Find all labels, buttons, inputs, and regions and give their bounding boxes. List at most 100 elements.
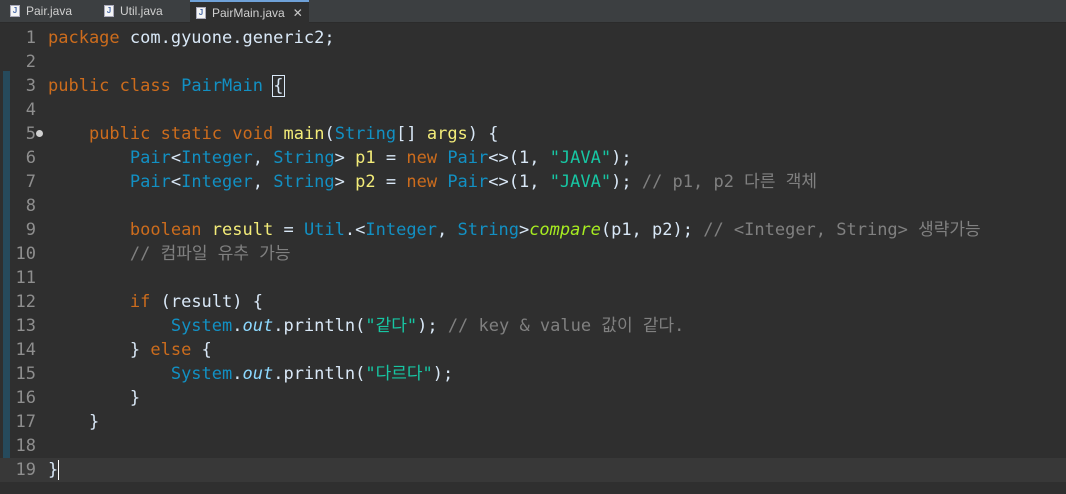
line-number: 18 (15, 436, 36, 456)
code-line[interactable]: 8 (0, 194, 1066, 218)
java-file-icon: J (104, 5, 114, 17)
code-line[interactable]: 1 package com.gyuone.generic2; (0, 26, 1066, 50)
code-token: ); (432, 364, 454, 384)
code-line[interactable]: 7 Pair<Integer, String> p2 = new Pair<>(… (0, 170, 1066, 194)
code-line[interactable]: 19} (0, 458, 1066, 482)
code-token: <>(1, (488, 148, 550, 168)
tab-util-java[interactable]: J Util.java (98, 0, 169, 22)
code-line[interactable]: 2 (0, 50, 1066, 74)
code-token: class (119, 76, 171, 96)
code-token: result (211, 220, 274, 240)
editor-tab-bar: J Pair.java J Util.java J PairMain.java … (0, 0, 1066, 23)
code-token: static (160, 124, 223, 144)
code-text: if (result) { (48, 290, 263, 314)
code-text: boolean result = Util.<Integer, String>c… (48, 218, 981, 242)
code-token: , (252, 172, 274, 192)
code-token: String (273, 172, 335, 192)
code-token: , (252, 148, 274, 168)
close-icon[interactable]: ✕ (293, 6, 303, 20)
line-number: 17 (15, 412, 36, 432)
code-token: String (457, 220, 519, 240)
code-line[interactable]: 3 public class PairMain { (0, 74, 1066, 98)
code-text: package com.gyuone.generic2; (48, 26, 335, 50)
line-number: 10 (15, 244, 36, 264)
code-line[interactable]: 12 if (result) { (0, 290, 1066, 314)
code-line[interactable]: 17 } (0, 410, 1066, 434)
tab-label: PairMain.java (212, 5, 285, 20)
code-line[interactable]: 16 } (0, 386, 1066, 410)
code-line[interactable]: 4 (0, 98, 1066, 122)
code-token: { (191, 340, 212, 360)
code-line[interactable]: 6 Pair<Integer, String> p1 = new Pair<>(… (0, 146, 1066, 170)
code-line[interactable]: 18 (0, 434, 1066, 458)
line-number: 1 (25, 28, 36, 48)
code-token: "같다" (365, 316, 418, 336)
code-token: // 컴파일 유추 가능 (129, 244, 291, 264)
tab-pairmain-java[interactable]: J PairMain.java ✕ (190, 0, 309, 23)
code-token: < (170, 172, 182, 192)
code-editor[interactable]: 1 package com.gyuone.generic2; 2 3 public cl… (0, 23, 1066, 494)
code-token: Integer (181, 172, 253, 192)
code-token: Util (303, 220, 345, 240)
code-line[interactable]: 9 boolean result = Util.<Integer, String… (0, 218, 1066, 242)
code-line[interactable]: 15 System.out.println("다르다"); (0, 362, 1066, 386)
line-number: 4 (25, 100, 36, 120)
line-number: 6 (25, 148, 36, 168)
code-token: out (242, 364, 274, 384)
code-token: } (48, 460, 59, 480)
code-line[interactable]: 13 System.out.println("같다"); // key & va… (0, 314, 1066, 338)
code-token: Integer (365, 220, 438, 240)
code-text: } (48, 458, 60, 482)
code-token: < (170, 148, 182, 168)
code-token: ( (324, 124, 335, 144)
code-token: PairMain (181, 76, 263, 96)
code-line[interactable]: 5 public static void main(String[] args)… (0, 122, 1066, 146)
code-token: out (242, 316, 274, 336)
code-token: = (375, 148, 407, 168)
code-token: <>(1, (488, 172, 550, 192)
code-line[interactable]: 10 // 컴파일 유추 가능 (0, 242, 1066, 266)
code-token: com.gyuone.generic2; (119, 28, 335, 48)
code-token: // key & value 값이 같다. (447, 316, 685, 336)
code-token: } (48, 340, 151, 360)
line-number: 8 (25, 196, 36, 216)
code-text: Pair<Integer, String> p2 = new Pair<>(1,… (48, 170, 817, 194)
code-token: boolean (129, 220, 202, 240)
code-token: // <Integer, String> 생략가능 (703, 220, 981, 240)
tab-pair-java[interactable]: J Pair.java (4, 0, 78, 22)
code-token: "JAVA" (549, 148, 612, 168)
code-token: System (170, 316, 233, 336)
code-token: "JAVA" (549, 172, 612, 192)
code-token: > (334, 148, 356, 168)
code-line[interactable]: 11 (0, 266, 1066, 290)
line-number: 9 (25, 220, 36, 240)
code-token: public (48, 76, 110, 96)
code-line[interactable]: 14 } else { (0, 338, 1066, 362)
code-token: void (232, 124, 274, 144)
code-token: = (273, 220, 304, 240)
line-number: 2 (25, 52, 36, 72)
code-token: p2 (355, 172, 376, 192)
code-token: Pair (129, 172, 171, 192)
line-number: 14 (15, 340, 36, 360)
override-marker-icon[interactable] (36, 130, 43, 137)
code-token: if (129, 292, 151, 312)
line-number: 16 (15, 388, 36, 408)
code-token: } (48, 412, 100, 432)
code-text: System.out.println("다르다"); (48, 362, 453, 386)
code-token: Integer (181, 148, 253, 168)
code-token: = (375, 172, 407, 192)
code-token: else (150, 340, 192, 360)
code-token: System (170, 364, 233, 384)
line-number: 3 (25, 76, 36, 96)
